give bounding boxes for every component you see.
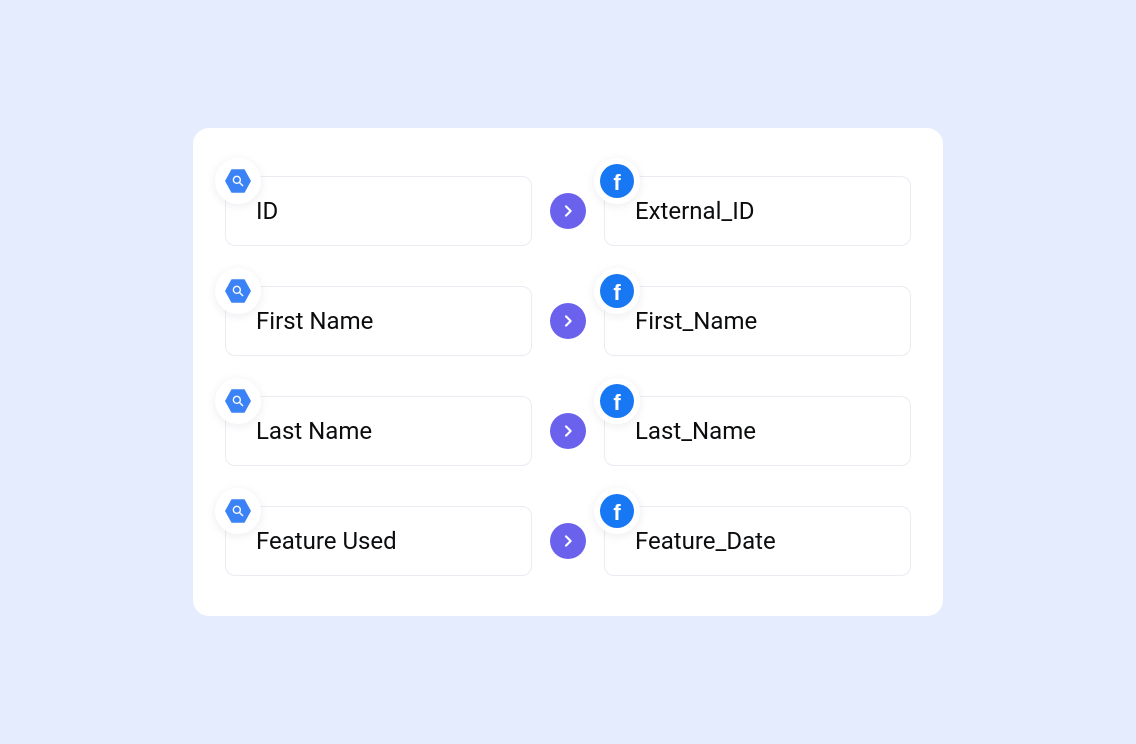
target-label: First_Name [635, 307, 757, 335]
arrow-icon [550, 523, 586, 559]
facebook-icon: f [594, 268, 640, 314]
source-field[interactable]: ID [225, 176, 532, 246]
facebook-icon: f [594, 378, 640, 424]
target-label: Last_Name [635, 417, 756, 445]
source-field[interactable]: Last Name [225, 396, 532, 466]
bigquery-icon [215, 488, 261, 534]
mapping-row: First Name f First_Name [225, 286, 911, 356]
facebook-icon: f [594, 488, 640, 534]
source-field[interactable]: First Name [225, 286, 532, 356]
bigquery-icon [215, 268, 261, 314]
arrow-icon [550, 193, 586, 229]
mapping-row: Last Name f Last_Name [225, 396, 911, 466]
arrow-icon [550, 303, 586, 339]
facebook-icon: f [594, 158, 640, 204]
arrow-icon [550, 413, 586, 449]
target-field[interactable]: f External_ID [604, 176, 911, 246]
target-field[interactable]: f Feature_Date [604, 506, 911, 576]
mapping-card: ID f External_ID First Name [193, 128, 943, 616]
mapping-row: ID f External_ID [225, 176, 911, 246]
source-field[interactable]: Feature Used [225, 506, 532, 576]
bigquery-icon [215, 158, 261, 204]
source-label: Feature Used [256, 527, 397, 555]
source-label: Last Name [256, 417, 372, 445]
source-label: First Name [256, 307, 373, 335]
target-label: Feature_Date [635, 527, 776, 555]
mapping-row: Feature Used f Feature_Date [225, 506, 911, 576]
bigquery-icon [215, 378, 261, 424]
target-label: External_ID [635, 197, 755, 225]
target-field[interactable]: f First_Name [604, 286, 911, 356]
source-label: ID [256, 197, 278, 225]
target-field[interactable]: f Last_Name [604, 396, 911, 466]
